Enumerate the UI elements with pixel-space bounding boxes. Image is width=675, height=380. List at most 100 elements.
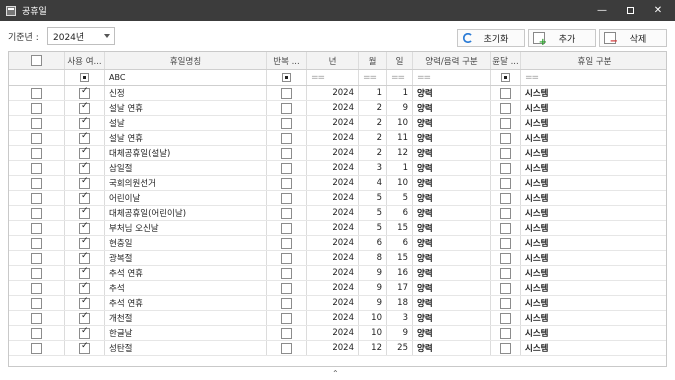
use-checkbox[interactable] [79, 251, 90, 264]
holiday-name-cell[interactable]: 추석 연휴 [105, 266, 267, 280]
day-cell[interactable]: 15 [387, 221, 413, 235]
day-cell[interactable]: 3 [387, 311, 413, 325]
month-cell[interactable]: 12 [359, 341, 387, 355]
calendar-type-cell[interactable]: 양력 [413, 326, 491, 340]
leap-checkbox[interactable] [500, 117, 511, 129]
row-select-cell[interactable] [9, 281, 65, 295]
repeat-checkbox[interactable] [281, 282, 292, 294]
use-checkbox[interactable] [79, 161, 90, 174]
use-checkbox[interactable] [79, 281, 90, 294]
day-cell[interactable]: 11 [387, 131, 413, 145]
year-cell[interactable]: 2024 [307, 86, 359, 100]
holiday-type-cell[interactable]: 시스템 [521, 236, 666, 250]
year-cell[interactable]: 2024 [307, 131, 359, 145]
year-dropdown[interactable]: 2024년 [47, 27, 115, 45]
day-cell[interactable]: 18 [387, 296, 413, 310]
leap-cell[interactable] [491, 116, 521, 130]
filter-year[interactable]: == [307, 70, 359, 85]
row-select-cell[interactable] [9, 131, 65, 145]
repeat-cell[interactable] [267, 236, 307, 250]
leap-checkbox[interactable] [500, 267, 511, 279]
repeat-checkbox[interactable] [281, 237, 292, 249]
repeat-cell[interactable] [267, 281, 307, 295]
day-cell[interactable]: 17 [387, 281, 413, 295]
header-day[interactable]: 일 [387, 52, 413, 69]
table-row[interactable]: 한글날 2024109양력 시스템 [9, 326, 666, 341]
row-select-cell[interactable] [9, 86, 65, 100]
table-row[interactable]: 추석 연휴 2024916양력 시스템 [9, 266, 666, 281]
use-cell[interactable] [65, 266, 105, 280]
row-select-cell[interactable] [9, 206, 65, 220]
holiday-type-cell[interactable]: 시스템 [521, 266, 666, 280]
row-select-checkbox[interactable] [31, 177, 42, 189]
leap-cell[interactable] [491, 296, 521, 310]
repeat-cell[interactable] [267, 341, 307, 355]
leap-cell[interactable] [491, 341, 521, 355]
row-select-checkbox[interactable] [31, 87, 42, 99]
row-select-checkbox[interactable] [31, 192, 42, 204]
repeat-checkbox[interactable] [281, 297, 292, 309]
repeat-cell[interactable] [267, 131, 307, 145]
filter-name[interactable]: ABC [105, 70, 267, 85]
row-select-cell[interactable] [9, 221, 65, 235]
table-row[interactable]: 현충일202466양력시스템 [9, 236, 666, 251]
month-cell[interactable]: 5 [359, 191, 387, 205]
year-cell[interactable]: 2024 [307, 161, 359, 175]
month-cell[interactable]: 2 [359, 146, 387, 160]
year-cell[interactable]: 2024 [307, 311, 359, 325]
filter-leap[interactable] [491, 70, 521, 85]
day-cell[interactable]: 15 [387, 251, 413, 265]
holiday-name-cell[interactable]: 설날 연휴 [105, 131, 267, 145]
header-use[interactable]: 사용 여... [65, 52, 105, 69]
use-cell[interactable] [65, 221, 105, 235]
calendar-type-cell[interactable]: 양력 [413, 311, 491, 325]
repeat-cell[interactable] [267, 326, 307, 340]
month-cell[interactable]: 8 [359, 251, 387, 265]
repeat-checkbox[interactable] [281, 312, 292, 324]
year-cell[interactable]: 2024 [307, 281, 359, 295]
row-select-checkbox[interactable] [31, 267, 42, 279]
header-select[interactable] [9, 52, 65, 69]
leap-cell[interactable] [491, 131, 521, 145]
leap-checkbox[interactable] [500, 297, 511, 309]
day-cell[interactable]: 10 [387, 116, 413, 130]
year-cell[interactable]: 2024 [307, 221, 359, 235]
calendar-type-cell[interactable]: 양력 [413, 176, 491, 190]
holiday-type-cell[interactable]: 시스템 [521, 86, 666, 100]
leap-cell[interactable] [491, 326, 521, 340]
holiday-type-cell[interactable]: 시스템 [521, 191, 666, 205]
repeat-cell[interactable] [267, 146, 307, 160]
leap-cell[interactable] [491, 281, 521, 295]
holiday-type-cell[interactable]: 시스템 [521, 206, 666, 220]
year-cell[interactable]: 2024 [307, 176, 359, 190]
use-cell[interactable] [65, 296, 105, 310]
calendar-type-cell[interactable]: 양력 [413, 206, 491, 220]
leap-checkbox[interactable] [500, 342, 511, 354]
repeat-checkbox[interactable] [281, 267, 292, 279]
use-checkbox[interactable] [79, 131, 90, 144]
month-cell[interactable]: 10 [359, 326, 387, 340]
chevron-up-icon[interactable]: ⌃ [332, 369, 339, 378]
leap-checkbox[interactable] [500, 162, 511, 174]
leap-checkbox[interactable] [500, 207, 511, 219]
holiday-type-cell[interactable]: 시스템 [521, 221, 666, 235]
leap-cell[interactable] [491, 191, 521, 205]
leap-cell[interactable] [491, 206, 521, 220]
holiday-type-cell[interactable]: 시스템 [521, 251, 666, 265]
year-cell[interactable]: 2024 [307, 101, 359, 115]
day-cell[interactable]: 9 [387, 101, 413, 115]
maximize-button[interactable] [616, 0, 644, 21]
year-cell[interactable]: 2024 [307, 341, 359, 355]
row-select-checkbox[interactable] [31, 102, 42, 114]
repeat-checkbox[interactable] [281, 222, 292, 234]
year-cell[interactable]: 2024 [307, 191, 359, 205]
calendar-type-cell[interactable]: 양력 [413, 341, 491, 355]
repeat-cell[interactable] [267, 251, 307, 265]
use-cell[interactable] [65, 191, 105, 205]
leap-cell[interactable] [491, 236, 521, 250]
repeat-cell[interactable] [267, 161, 307, 175]
repeat-checkbox[interactable] [281, 342, 292, 354]
table-row[interactable]: 국회의원선거 2024410양력 시스템 [9, 176, 666, 191]
row-select-cell[interactable] [9, 101, 65, 115]
use-checkbox[interactable] [79, 191, 90, 204]
